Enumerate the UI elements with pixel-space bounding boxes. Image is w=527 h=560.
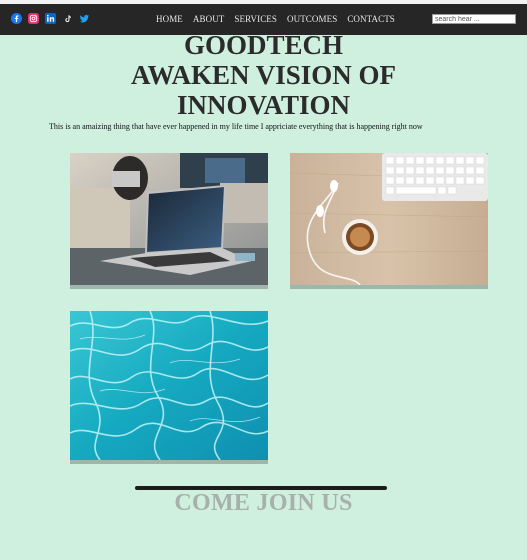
card-shadow xyxy=(70,460,268,464)
nav-services-link[interactable]: SERVICES xyxy=(234,14,277,24)
card-shadow xyxy=(290,285,488,289)
facebook-icon[interactable] xyxy=(11,13,22,24)
gallery-card-desk xyxy=(290,153,488,289)
tagline: This is an amaizing thing that have ever… xyxy=(49,122,423,131)
main-menu: HOME ABOUT SERVICES OUTCOMES CONTACTS xyxy=(156,14,395,24)
join-heading[interactable]: COME JOIN US xyxy=(0,490,527,517)
twitter-icon[interactable] xyxy=(79,13,90,24)
desk-coffee-photo xyxy=(290,153,488,285)
pool-water-photo xyxy=(70,311,268,460)
tiktok-icon[interactable] xyxy=(62,13,73,24)
nav-outcomes-link[interactable]: OUTCOMES xyxy=(287,14,337,24)
instagram-icon[interactable] xyxy=(28,13,39,24)
laptop-photo xyxy=(70,153,268,285)
nav-contacts-link[interactable]: CONTACTS xyxy=(347,14,395,24)
headline-line-1: AWAKEN VISION OF xyxy=(130,60,397,90)
search-input[interactable] xyxy=(432,14,516,24)
linkedin-icon[interactable] xyxy=(45,13,56,24)
nav-about-link[interactable]: ABOUT xyxy=(193,14,225,24)
headline-line-2: INNOVATION xyxy=(176,90,351,120)
card-shadow xyxy=(70,285,268,289)
gallery-card-pool xyxy=(70,311,268,464)
site-title: GOODTECH xyxy=(183,30,344,60)
nav-home-link[interactable]: HOME xyxy=(156,14,183,24)
gallery-card-laptop xyxy=(70,153,268,289)
social-links xyxy=(11,13,90,24)
